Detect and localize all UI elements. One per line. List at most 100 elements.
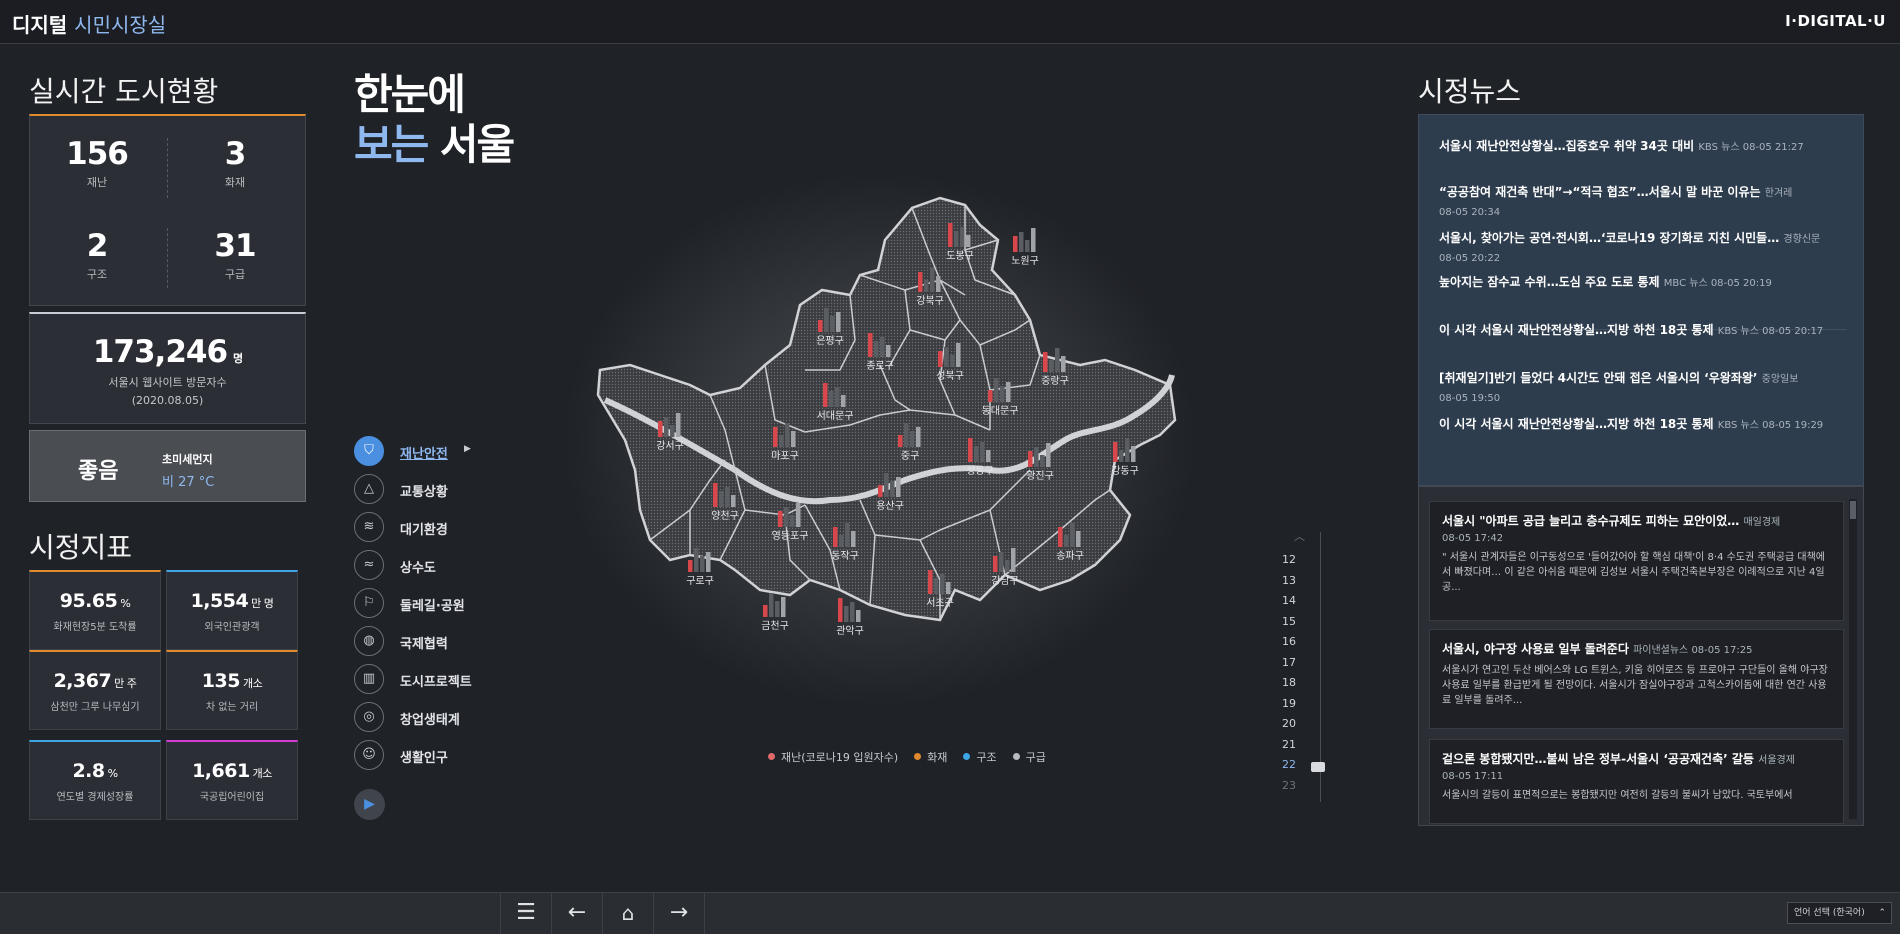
news-headline[interactable]: 서울시 재난안전상황실…집중호우 취약 34곳 대비 KBS 뉴스 08-05 … [1439,137,1859,157]
hour-tick[interactable]: 13 [1282,571,1322,592]
stat-fire[interactable]: 3 화재 [168,136,302,190]
district-bar [878,485,883,497]
air-quality-panel[interactable]: 좋음 초미세먼지 비 27 °C [29,430,306,502]
hour-tick[interactable]: 20 [1282,714,1322,735]
district-label: 영등포구 [772,530,809,542]
news-headline[interactable]: 이 시각 서울시 재난안전상황실…지방 하천 18곳 통제 KBS 뉴스 08-… [1439,321,1859,341]
district-bar [994,378,999,402]
district-label: 종로구 [866,360,894,372]
district-bar [928,570,933,594]
district-marker[interactable]: 금천구 [761,593,789,632]
district-label: 서초구 [926,597,954,609]
district-bar [785,423,790,447]
news-headline[interactable]: 이 시각 서울시 재난안전상황실…지방 하천 18곳 통제 KBS 뉴스 08-… [1439,415,1859,435]
district-bar [974,446,979,462]
indicator-card[interactable]: 2,367 만 주 삼천만 그루 나무심기 [29,650,161,730]
district-label: 중구 [901,450,919,462]
menu-item[interactable]: ◎ 창업생태계 [354,702,494,732]
hour-tick[interactable]: 23 [1282,776,1322,797]
visitor-count: 173,246 명 [92,334,243,370]
district-bar [1049,360,1054,372]
district-bar [1005,560,1010,572]
news-headline[interactable]: [취재일기]반기 들었다 4시간도 안돼 접은 서울시의 ‘우왕좌왕’ 중앙일보… [1439,369,1859,408]
hour-tick[interactable]: 18 [1282,673,1322,694]
district-bar [818,320,823,332]
district-bar [1058,527,1063,547]
hour-tick[interactable]: 14 [1282,591,1322,612]
district-bar [856,610,861,622]
district-bar [886,345,891,357]
menu-item[interactable]: ≋ 대기환경 [354,512,494,542]
menu-item[interactable]: ◍ 국제협력 [354,626,494,656]
indicator-card[interactable]: 1,554 만 명 외국인관광객 [166,570,298,650]
hour-tick[interactable]: 12 [1282,550,1322,571]
menu-item[interactable]: ≈ 상수도 [354,550,494,580]
menu-icon[interactable]: ☰ [500,892,551,934]
chevron-up-icon[interactable]: ︿ [1294,528,1305,544]
play-button[interactable]: ▶ [354,789,385,820]
map-legend: 재난(코로나19 입원자수) 화재 구조 구급 [768,749,1062,765]
bulb-icon: ◎ [354,702,384,732]
stat-rescue[interactable]: 2 구조 [30,228,164,282]
hour-tick[interactable]: 16 [1282,632,1322,653]
menu-item-label: 생활인구 [400,751,448,766]
indicator-card[interactable]: 135 개소 차 없는 거리 [166,650,298,730]
menu-item[interactable]: ⛉ 재난안전 ▶ [354,436,494,466]
indicator-card[interactable]: 2.8% 연도별 경제성장률 [29,740,161,820]
district-bar [988,390,993,402]
indicator-value: 1,554 만 명 [190,590,274,612]
forward-arrow-icon[interactable]: → [653,892,705,934]
news-card[interactable]: 서울시 "아파트 공급 늘리고 층수규제도 피하는 묘안이었… 매일경제 08-0… [1429,501,1844,621]
district-marker[interactable]: 노원구 [1011,228,1039,267]
hour-tick[interactable]: 15 [1282,612,1322,633]
district-bar [954,231,959,247]
city-status-panel: 156 재난 3 화재 2 구조 31 구급 [29,114,306,306]
indicator-card[interactable]: 95.65% 화재현장5분 도착률 [29,570,161,650]
legend-item: 재난(코로나19 입원자수) [768,751,898,764]
home-icon[interactable]: ⌂ [602,892,653,934]
indicator-label: 화재현장5분 도착률 [53,622,137,633]
brand-title[interactable]: 디지털 시민시장실 [12,9,166,38]
district-bar [1031,228,1036,252]
district-marker[interactable]: 관악구 [836,598,864,637]
back-arrow-icon[interactable]: ← [551,892,602,934]
district-bar [1076,531,1081,547]
news-headline[interactable]: 서울시, 찾아가는 공연·전시회…‘코로나19 장기화로 지친 시민들… 경향신… [1439,229,1859,268]
brand-main: 디지털 [12,13,75,37]
district-label: 강서구 [656,440,684,452]
language-select[interactable]: 언어 선택 (한국어) ⌃ [1787,902,1892,924]
district-bar [1006,382,1011,402]
legend-item: 화재 [914,751,947,764]
indicator-card[interactable]: 1,661 개소 국공립어린이집 [166,740,298,820]
news-card[interactable]: 겉으론 봉합됐지만…불씨 남은 정부-서울시 ‘공공재건축’ 갈등 서울경제 08… [1429,739,1844,824]
menu-item[interactable]: ⚐ 둘레길·공원 [354,588,494,618]
menu-item[interactable]: ☺ 생활인구 [354,740,494,770]
news-scrollbar[interactable] [1849,499,1857,819]
globe-icon: ◍ [354,626,384,656]
digital-u-logo[interactable]: I·DIGITAL·U [1785,12,1886,30]
news-headline[interactable]: “공공참여 재건축 반대”→“적극 협조”…서울시 말 바꾼 이유는 한겨레 08… [1439,183,1859,222]
district-bar [1113,442,1118,462]
district-label: 성북구 [936,370,964,382]
district-bar [1064,535,1069,547]
news-headline[interactable]: 높아지는 잠수교 수위…도심 주요 도로 통제 MBC 뉴스 08-05 20:… [1439,273,1859,293]
stat-emergency[interactable]: 31 구급 [168,228,302,282]
district-marker[interactable]: 중랑구 [1041,348,1069,387]
district-bar [773,427,778,447]
hour-tick[interactable]: 17 [1282,653,1322,674]
hour-tick[interactable]: 21 [1282,735,1322,756]
district-bar [904,423,909,447]
district-bar [694,548,699,572]
news-card[interactable]: 서울시, 야구장 사용료 일부 돌려준다 파이낸셜뉴스 08-05 17:25 서… [1429,629,1844,729]
legend-item: 구조 [963,751,997,764]
menu-item[interactable]: ▥ 도시프로젝트 [354,664,494,694]
timeline-handle[interactable] [1311,762,1325,772]
district-bar [725,487,730,507]
district-bar [763,605,768,617]
hour-tick[interactable]: 19 [1282,694,1322,715]
district-bar [936,276,941,292]
stat-disaster[interactable]: 156 재난 [30,136,164,190]
district-bar [1019,232,1024,252]
district-bar [823,383,828,407]
menu-item[interactable]: △ 교통상황 [354,474,494,504]
